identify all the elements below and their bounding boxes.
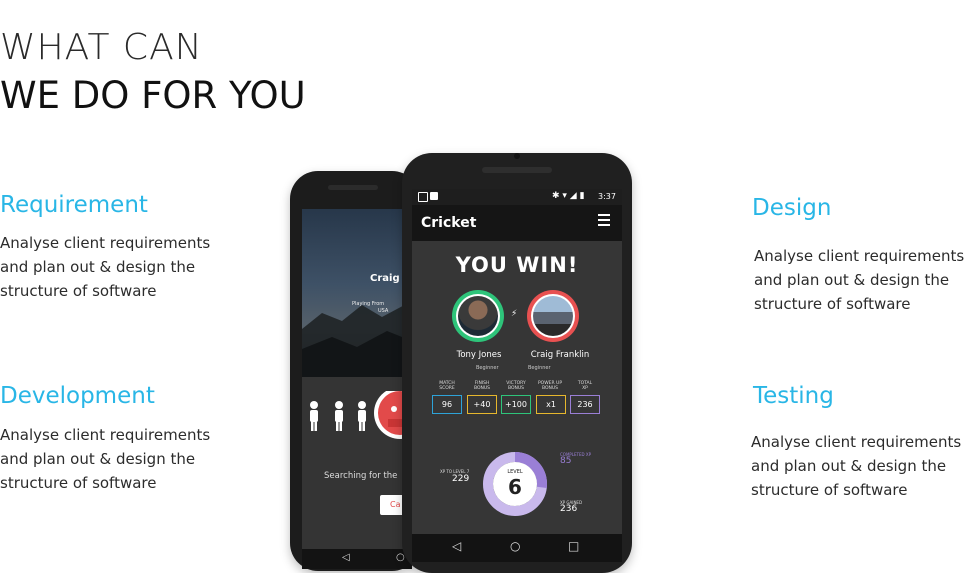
stat-victory-bonus: +100 [501, 395, 531, 414]
player2-name: Craig Franklin [530, 350, 590, 360]
menu-icon[interactable] [598, 213, 610, 226]
feature-testing-desc: Analyse client requirements and plan out… [751, 433, 962, 499]
player1-rank: Beginner [476, 365, 499, 371]
xp-gained-value: 236 [560, 504, 578, 514]
completed-xp-value: 85 [560, 456, 572, 466]
back-nav-icon[interactable]: ◁ [342, 552, 350, 563]
stat-label: POWER UP BONUS [537, 381, 563, 391]
mountain-photo: Craig Playing From USA [302, 209, 412, 377]
feature-development-desc: Analyse client requirements and plan out… [0, 426, 211, 492]
stat-match-score: 96 [432, 395, 462, 414]
gallery-icon [418, 192, 428, 202]
app-bar: Cricket [412, 205, 622, 241]
feature-development-title: Development [0, 383, 155, 409]
playing-from-label: Playing From [352, 301, 385, 307]
status-time: 3:37 [598, 192, 616, 201]
stat-finish-bonus: +40 [467, 395, 497, 414]
back-player-name: Craig [370, 273, 400, 284]
home-nav-icon[interactable]: ○ [510, 539, 520, 553]
back-phone-screen: Craig Playing From USA Searching for the… [302, 209, 412, 549]
stat-label: VICTORY BONUS [506, 381, 526, 391]
back-country: USA [378, 308, 389, 314]
feature-requirement-desc: Analyse client requirements and plan out… [0, 234, 211, 300]
player-figures-icon [310, 391, 412, 439]
status-icons: ✱ ▾ ◢ ▮ [552, 191, 585, 201]
front-phone-navbar: ◁ ○ □ [412, 534, 622, 562]
front-phone-screen: ✱ ▾ ◢ ▮ 3:37 Cricket YOU WIN! ⚡ Tony Jon… [412, 189, 622, 534]
stat-powerup-bonus: x1 [536, 395, 566, 414]
back-search-panel: Searching for the Ca [302, 377, 412, 549]
recents-nav-icon[interactable]: □ [568, 539, 579, 553]
xp-to-level-value: 229 [452, 474, 470, 484]
stat-label: MATCH SCORE [439, 381, 455, 391]
stat-total-xp: 236 [570, 395, 600, 414]
searching-text: Searching for the [324, 471, 398, 481]
feature-requirement-title: Requirement [0, 192, 148, 218]
player2-rank: Beginner [528, 365, 551, 371]
back-phone-navbar: ◁ ○ [302, 549, 412, 569]
notification-icon [430, 192, 438, 200]
you-win-banner: YOU WIN! [455, 253, 579, 277]
feature-testing-title: Testing [753, 383, 834, 409]
status-bar: ✱ ▾ ◢ ▮ 3:37 [412, 189, 622, 205]
back-nav-icon[interactable]: ◁ [452, 539, 461, 553]
hero-heading-line1: WHAT CAN [0, 27, 203, 68]
app-title: Cricket [421, 215, 477, 231]
hero-heading-line2: WE DO FOR YOU [0, 74, 306, 117]
player1-avatar [452, 290, 504, 342]
player2-avatar [527, 290, 579, 342]
feature-design-title: Design [752, 195, 832, 221]
feature-design-desc: Analyse client requirements and plan out… [754, 247, 965, 313]
player1-name: Tony Jones [456, 350, 502, 360]
level-value: 6 [508, 475, 522, 499]
stat-label: TOTAL XP [577, 381, 593, 391]
stat-label: FINISH BONUS [473, 381, 491, 391]
versus-bolt-icon: ⚡ [511, 309, 518, 319]
